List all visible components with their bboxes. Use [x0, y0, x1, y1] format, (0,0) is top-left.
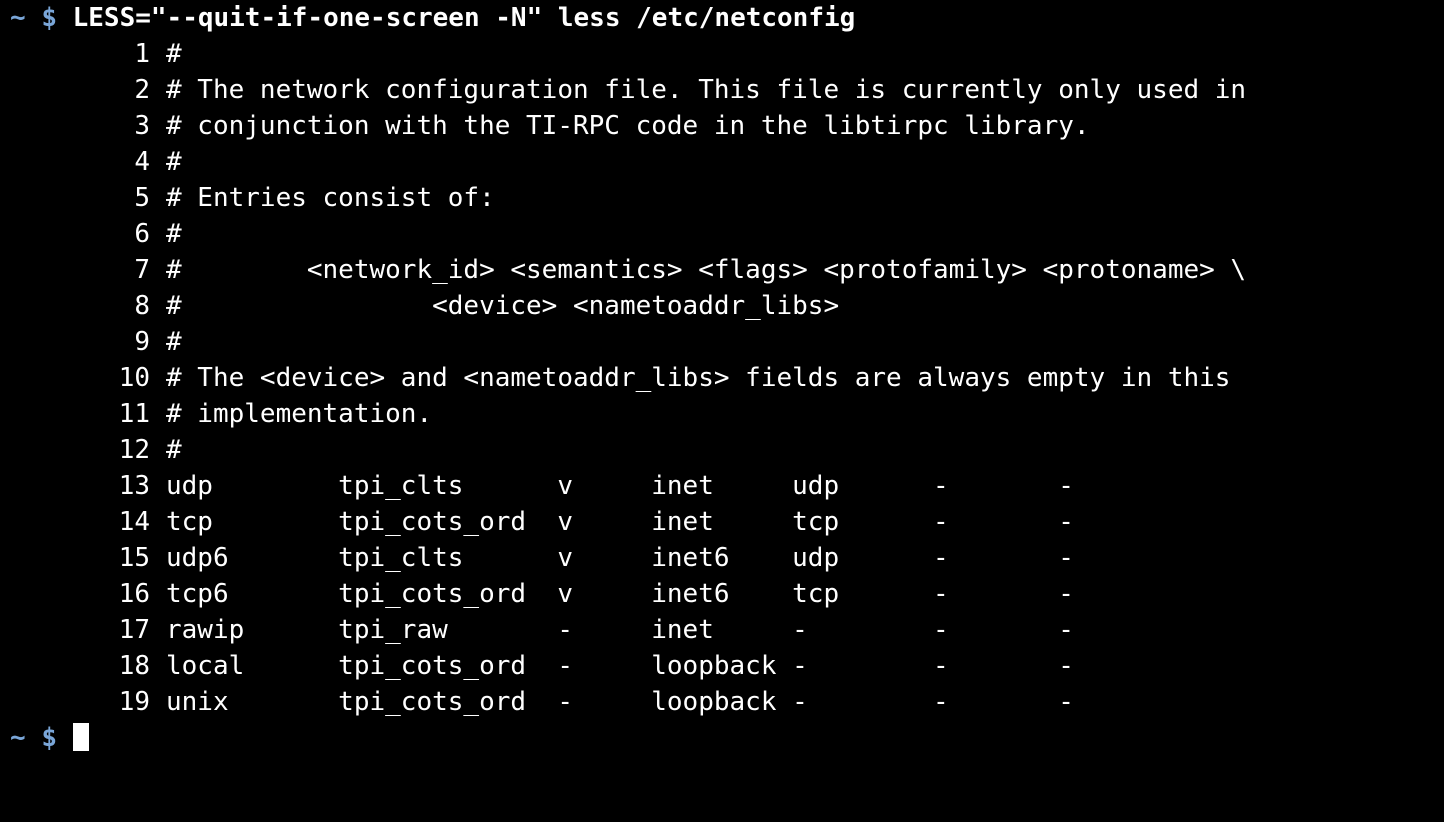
final-prompt-symbol: $ — [41, 723, 57, 753]
pager-line-text: # Entries consist of: — [166, 183, 495, 213]
pager-line: 19 unix tpi_cots_ord - loopback - - - — [0, 684, 1444, 720]
pager-line-text: unix tpi_cots_ord - loopback - - - — [166, 687, 1074, 717]
pager-line-text: # <network_id> <semantics> <flags> <prot… — [166, 255, 1247, 285]
command-prompt-line: ~ $ LESS="--quit-if-one-screen -N" less … — [0, 0, 1444, 36]
pager-line-number: 16 — [118, 579, 150, 609]
prompt-gap-1 — [26, 3, 42, 33]
pager-line: 12 # — [0, 432, 1444, 468]
pager-line: 11 # implementation. — [0, 396, 1444, 432]
pager-line: 7 # <network_id> <semantics> <flags> <pro… — [0, 252, 1444, 288]
pager-line: 17 rawip tpi_raw - inet - - - — [0, 612, 1444, 648]
final-prompt-gap-1 — [26, 723, 42, 753]
pager-line-text: # conjunction with the TI-RPC code in th… — [166, 111, 1090, 141]
pager-line: 6 # — [0, 216, 1444, 252]
pager-line-text: # — [166, 39, 182, 69]
pager-line: 2 # The network configuration file. This … — [0, 72, 1444, 108]
pager-line-text: tcp tpi_cots_ord v inet tcp - - — [166, 507, 1074, 537]
pager-line-text: udp tpi_clts v inet udp - - — [166, 471, 1074, 501]
final-prompt-gap-2 — [57, 723, 73, 753]
pager-line-number: 19 — [118, 687, 150, 717]
pager-line-number: 17 — [118, 615, 150, 645]
pager-line: 5 # Entries consist of: — [0, 180, 1444, 216]
pager-line: 13 udp tpi_clts v inet udp - - — [0, 468, 1444, 504]
pager-line-number: 9 — [134, 327, 150, 357]
pager-line-number: 8 — [134, 291, 150, 321]
prompt-symbol: $ — [41, 3, 57, 33]
pager-line: 16 tcp6 tpi_cots_ord v inet6 tcp - - — [0, 576, 1444, 612]
prompt-gap-2 — [57, 3, 73, 33]
prompt-cwd: ~ — [10, 3, 26, 33]
pager-line-text: # <device> <nametoaddr_libs> — [166, 291, 840, 321]
pager-line: 8 # <device> <nametoaddr_libs> — [0, 288, 1444, 324]
pager-line-text: # — [166, 327, 182, 357]
pager-line-text: # — [166, 435, 182, 465]
pager-line-text: # — [166, 147, 182, 177]
pager-line: 4 # — [0, 144, 1444, 180]
pager-line-number: 6 — [134, 219, 150, 249]
final-prompt-cwd: ~ — [10, 723, 26, 753]
pager-line-number: 13 — [118, 471, 150, 501]
pager-output: 1 #2 # The network configuration file. Thi… — [0, 36, 1444, 720]
pager-line: 10 # The <device> and <nametoaddr_libs> f… — [0, 360, 1444, 396]
pager-line-text: # The <device> and <nametoaddr_libs> fie… — [166, 363, 1231, 393]
pager-line-number: 3 — [134, 111, 150, 141]
pager-line: 9 # — [0, 324, 1444, 360]
pager-line-number: 10 — [118, 363, 150, 393]
command-text: LESS="--quit-if-one-screen -N" less /etc… — [72, 3, 856, 33]
pager-line-text: tcp6 tpi_cots_ord v inet6 tcp - - — [166, 579, 1074, 609]
pager-line-number: 14 — [118, 507, 150, 537]
pager-line-text: local tpi_cots_ord - loopback - - - — [166, 651, 1074, 681]
terminal-window[interactable]: ~ $ LESS="--quit-if-one-screen -N" less … — [0, 0, 1444, 822]
pager-line: 1 # — [0, 36, 1444, 72]
pager-line-text: rawip tpi_raw - inet - - - — [166, 615, 1074, 645]
pager-line-number: 4 — [134, 147, 150, 177]
pager-line-number: 5 — [134, 183, 150, 213]
pager-line: 15 udp6 tpi_clts v inet6 udp - - — [0, 540, 1444, 576]
pager-line-number: 15 — [118, 543, 150, 573]
pager-line-number: 12 — [118, 435, 150, 465]
pager-line-text: # The network configuration file. This f… — [166, 75, 1247, 105]
pager-line-number: 2 — [134, 75, 150, 105]
pager-line-number: 11 — [118, 399, 150, 429]
pager-line: 3 # conjunction with the TI-RPC code in t… — [0, 108, 1444, 144]
pager-line-text: # implementation. — [166, 399, 433, 429]
pager-line-number: 18 — [118, 651, 150, 681]
pager-line-number: 1 — [134, 39, 150, 69]
pager-line-text: udp6 tpi_clts v inet6 udp - - — [166, 543, 1074, 573]
pager-line-text: # — [166, 219, 182, 249]
pager-line-number: 7 — [134, 255, 150, 285]
cursor-block — [72, 723, 89, 751]
final-prompt-line[interactable]: ~ $ — [0, 720, 1444, 756]
pager-line: 14 tcp tpi_cots_ord v inet tcp - - — [0, 504, 1444, 540]
pager-line: 18 local tpi_cots_ord - loopback - - - — [0, 648, 1444, 684]
